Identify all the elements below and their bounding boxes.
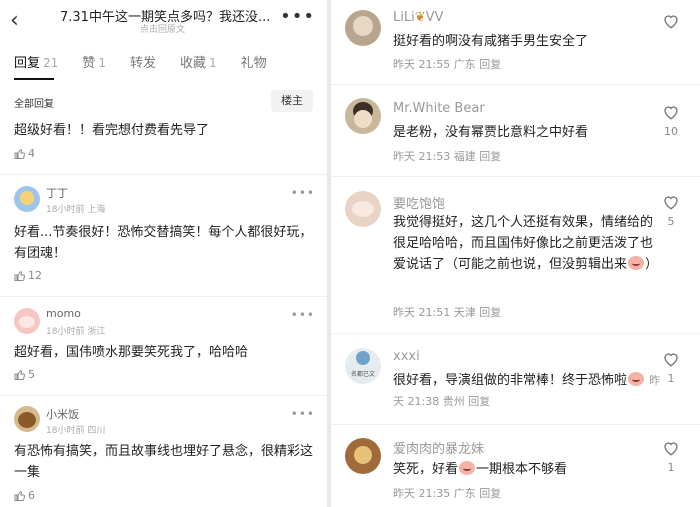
comment-text: 有恐怖有搞笑，而且故事线也埋好了悬念，很精彩这一集 bbox=[14, 444, 314, 480]
like-count: 5 bbox=[667, 215, 675, 228]
back-to-post-link[interactable]: 点击回原文 bbox=[140, 22, 185, 35]
divider bbox=[331, 176, 700, 177]
divider bbox=[331, 424, 700, 425]
comment-text: 很好看，导演组做的非常棒！终于恐怖啦 昨天 21:38 贵州 回复 bbox=[393, 372, 661, 408]
divider bbox=[0, 174, 327, 175]
reply-button[interactable]: 回复 bbox=[479, 306, 501, 319]
avatar[interactable] bbox=[14, 406, 40, 432]
comment-text: 我觉得挺好，这几个人还挺有效果，情绪给的很足哈哈哈，而且国伟好像比之前更活泼了也… bbox=[393, 215, 659, 272]
comment-meta: 18小时前 上海 bbox=[46, 205, 106, 215]
tab-favorites[interactable]: 收藏 1 bbox=[180, 52, 217, 80]
username[interactable]: LiLi❦VV bbox=[393, 10, 443, 25]
avatar[interactable] bbox=[345, 438, 381, 474]
username[interactable]: 爱肉肉的暴龙妹 bbox=[393, 438, 484, 457]
comment-text: 笑死，好看 一期根本不够看 bbox=[393, 461, 568, 477]
more-options-icon[interactable]: ••• bbox=[280, 6, 315, 27]
avatar-caption: 名都已文 bbox=[350, 371, 375, 378]
thumbs-up-icon bbox=[14, 148, 25, 159]
op-filter-button[interactable]: 楼主 bbox=[271, 90, 313, 112]
heart-icon[interactable] bbox=[662, 12, 680, 30]
laughing-emoji-icon bbox=[628, 372, 645, 386]
divider bbox=[0, 296, 327, 297]
heart-icon[interactable] bbox=[662, 350, 680, 368]
thumbs-up-icon bbox=[14, 270, 25, 281]
comment-meta: 昨天 21:53 福建 回复 bbox=[393, 150, 502, 163]
comment-text: 好看...节奏很好！恐怖交替搞笑！每个人都很好玩，有团魂！ bbox=[14, 225, 313, 261]
like-button[interactable]: 4 bbox=[14, 147, 35, 160]
reply-button[interactable]: 回复 bbox=[468, 395, 490, 408]
reply-button[interactable]: 回复 bbox=[479, 487, 501, 500]
laughing-emoji-icon bbox=[628, 256, 645, 270]
right-panel: LiLi❦VV 挺好看的啊没有咸猪手男生安全了 昨天 21:55 广东 回复 M… bbox=[331, 0, 700, 507]
like-count: 10 bbox=[664, 125, 678, 138]
heart-icon[interactable] bbox=[662, 103, 680, 121]
all-replies-label: 全部回复 bbox=[14, 99, 54, 110]
comment-meta: 18小时前 浙江 bbox=[46, 327, 106, 337]
avatar[interactable] bbox=[345, 10, 381, 46]
like-count: 1 bbox=[667, 372, 675, 385]
tab-replies[interactable]: 回复 21 bbox=[14, 52, 58, 80]
comment-meta: 昨天 21:35 广东 回复 bbox=[393, 487, 502, 500]
reply-button[interactable]: 回复 bbox=[479, 58, 501, 71]
username[interactable]: momo bbox=[46, 307, 81, 320]
comment-text: 超级好看！！看完想付费看先导了 bbox=[14, 123, 210, 138]
avatar[interactable] bbox=[345, 98, 381, 134]
comment-text: 是老粉，没有幂贾比意料之中好看 bbox=[393, 125, 589, 140]
pretzel-icon: ❦ bbox=[414, 10, 426, 25]
username[interactable]: Mr.White Bear bbox=[393, 101, 485, 116]
comment-text: 挺好看的啊没有咸猪手男生安全了 bbox=[393, 34, 589, 49]
thumbs-up-icon bbox=[14, 369, 25, 380]
reply-button[interactable]: 回复 bbox=[479, 150, 501, 163]
avatar[interactable] bbox=[14, 308, 40, 334]
divider bbox=[331, 84, 700, 85]
divider bbox=[331, 333, 700, 334]
avatar[interactable]: 名都已文 bbox=[345, 348, 381, 384]
left-panel: ‹ 7.31中午这一期笑点多吗？我还没... 点击回原文 ••• 回复 21 赞1… bbox=[0, 0, 327, 507]
like-button[interactable]: 12 bbox=[14, 269, 42, 282]
username[interactable]: 要吃饱饱 bbox=[393, 193, 445, 212]
tab-bar: 回复 21 赞1 转发 收藏 1 礼物 bbox=[14, 52, 317, 80]
divider bbox=[0, 395, 327, 396]
tab-reposts[interactable]: 转发 bbox=[130, 52, 156, 80]
all-replies-row: 全部回复 楼主 bbox=[14, 90, 313, 114]
tab-likes[interactable]: 赞1 bbox=[82, 52, 106, 80]
username[interactable]: 小米饭 bbox=[46, 406, 79, 422]
heart-icon[interactable] bbox=[662, 439, 680, 457]
avatar[interactable] bbox=[345, 191, 381, 227]
comment-more-icon[interactable]: ••• bbox=[291, 186, 315, 200]
comment-meta: 昨天 21:51 天津 回复 bbox=[393, 306, 502, 319]
comment-text: 超好看，国伟喷水那要笑死我了，哈哈哈 bbox=[14, 345, 249, 360]
comment-meta: 18小时前 四川 bbox=[46, 426, 106, 436]
like-button[interactable]: 5 bbox=[14, 368, 35, 381]
laughing-emoji-icon bbox=[459, 461, 476, 475]
back-arrow-icon[interactable]: ‹ bbox=[10, 8, 19, 33]
comment-more-icon[interactable]: ••• bbox=[291, 308, 315, 322]
header: ‹ 7.31中午这一期笑点多吗？我还没... 点击回原文 ••• bbox=[0, 0, 327, 44]
tab-gifts[interactable]: 礼物 bbox=[241, 52, 267, 80]
avatar[interactable] bbox=[14, 186, 40, 212]
thumbs-up-icon bbox=[14, 490, 25, 501]
like-button[interactable]: 6 bbox=[14, 489, 35, 502]
comment-more-icon[interactable]: ••• bbox=[291, 407, 315, 421]
comment-meta: 昨天 21:55 广东 回复 bbox=[393, 58, 502, 71]
heart-icon[interactable] bbox=[662, 193, 680, 211]
like-count: 1 bbox=[667, 461, 675, 474]
username[interactable]: xxxi bbox=[393, 349, 420, 364]
username[interactable]: 丁丁 bbox=[46, 185, 68, 201]
